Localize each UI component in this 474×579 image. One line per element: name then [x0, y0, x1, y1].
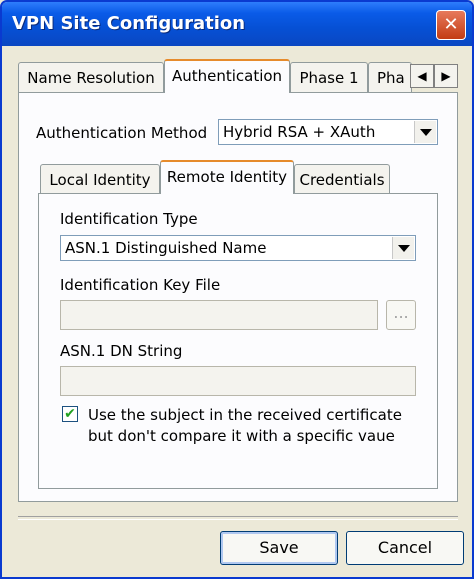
- separator: [18, 516, 458, 520]
- auth-method-label: Authentication Method: [36, 124, 208, 142]
- key-file-label: Identification Key File: [60, 276, 221, 294]
- identification-type-value: ASN.1 Distinguished Name: [65, 239, 267, 257]
- subtab-credentials[interactable]: Credentials: [294, 164, 390, 194]
- tab-phase-1[interactable]: Phase 1: [290, 62, 368, 92]
- vpn-site-configuration-window: VPN Site Configuration ✕ Name Resolution…: [0, 0, 474, 579]
- tab-scroll-right-icon[interactable]: ▶: [434, 64, 458, 88]
- browse-button: ...: [386, 300, 416, 330]
- cancel-button[interactable]: Cancel: [346, 531, 464, 565]
- tab-name-resolution[interactable]: Name Resolution: [18, 62, 164, 92]
- window-title: VPN Site Configuration: [12, 13, 246, 34]
- auth-method-select[interactable]: Hybrid RSA + XAuth: [218, 119, 438, 145]
- key-file-input: [60, 300, 378, 330]
- subtab-remote-identity[interactable]: Remote Identity: [160, 160, 294, 194]
- tab-scroll-left-icon[interactable]: ◀: [410, 64, 434, 88]
- chevron-down-icon[interactable]: [414, 121, 436, 143]
- subject-checkbox-label-line1: Use the subject in the received certific…: [88, 406, 402, 424]
- subject-checkbox[interactable]: ✔: [62, 406, 78, 422]
- tab-authentication[interactable]: Authentication: [164, 59, 290, 93]
- identification-type-select[interactable]: ASN.1 Distinguished Name: [60, 235, 416, 261]
- subject-checkbox-label-line2: but don't compare it with a specific vau…: [88, 427, 395, 445]
- auth-method-value: Hybrid RSA + XAuth: [223, 123, 376, 141]
- dn-string-input: [60, 366, 416, 396]
- tab-phase-2-truncated[interactable]: Pha: [368, 62, 412, 92]
- close-icon[interactable]: ✕: [436, 10, 466, 40]
- identification-type-label: Identification Type: [60, 210, 198, 228]
- save-button[interactable]: Save: [220, 531, 338, 565]
- title-bar: VPN Site Configuration ✕: [2, 2, 472, 46]
- dn-string-label: ASN.1 DN String: [60, 342, 183, 360]
- chevron-down-icon[interactable]: [392, 237, 414, 259]
- subtab-local-identity[interactable]: Local Identity: [40, 164, 160, 194]
